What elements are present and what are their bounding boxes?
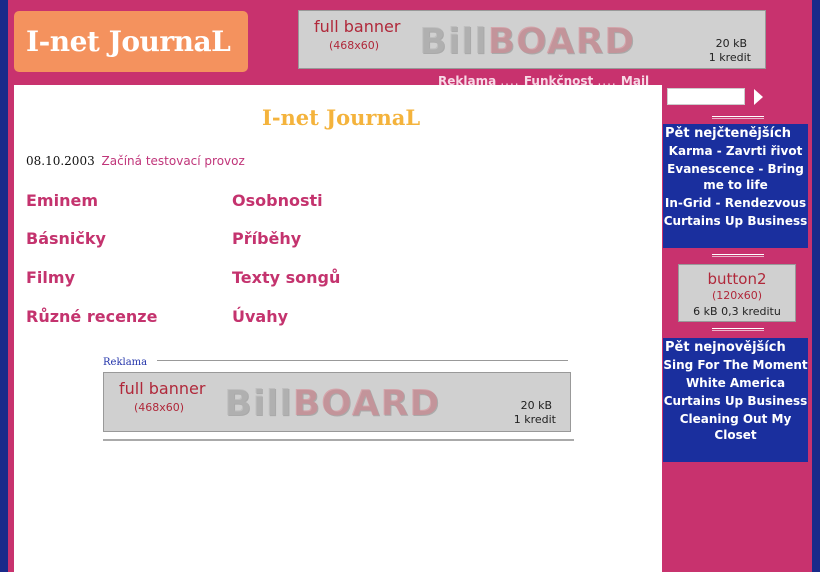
category-pribehy[interactable]: Příběhy — [232, 229, 301, 248]
top-read-item[interactable]: Curtains Up Business — [663, 213, 808, 229]
banner-size: (468x60) — [134, 401, 185, 414]
category-texty-songu[interactable]: Texty songů — [232, 268, 340, 287]
billboard-logo: BillBOARD — [224, 383, 441, 424]
left-frame-border — [0, 0, 8, 572]
ad-divider — [157, 360, 568, 361]
news-item: 08.10.2003 Začíná testovací provoz — [26, 154, 245, 168]
banner-credit: 1 kredit — [708, 51, 751, 64]
top-read-box: Pět nejčtenějších Karma - Zavrti řivot E… — [663, 124, 808, 248]
newest-box: Pět nejnovějších Sing For The Moment Whi… — [663, 338, 808, 462]
page-title: I-net JournaL — [262, 105, 421, 130]
ad-label: Reklama — [103, 357, 148, 368]
right-frame-border — [812, 0, 820, 572]
banner-title: full banner — [314, 17, 401, 36]
newest-heading: Pět nejnovějších — [665, 340, 786, 355]
sidebar-separator — [712, 254, 764, 257]
top-read-item[interactable]: In-Grid - Rendezvous — [663, 195, 808, 211]
top-billboard-banner[interactable]: full banner (468x60) BillBOARD 20 kB 1 k… — [298, 10, 766, 69]
sidebar-separator — [712, 328, 764, 331]
banner-title: full banner — [119, 379, 206, 398]
banner-file-size: 20 kB — [520, 399, 552, 412]
top-read-heading: Pět nejčtenějších — [665, 126, 792, 141]
category-osobnosti[interactable]: Osobnosti — [232, 191, 323, 210]
category-ruzne-recenze[interactable]: Různé recenze — [26, 307, 157, 326]
button2-banner[interactable]: button2 (120x60) 6 kB 0,3 kreditu — [678, 264, 796, 322]
newest-item[interactable]: White America — [663, 375, 808, 391]
newest-item[interactable]: Curtains Up Business — [663, 393, 808, 409]
category-uvahy[interactable]: Úvahy — [232, 307, 288, 326]
button2-title: button2 — [707, 270, 767, 288]
category-basnicky[interactable]: Básničky — [26, 229, 106, 248]
billboard-logo: BillBOARD — [419, 21, 636, 62]
news-headline-link[interactable]: Začíná testovací provoz — [102, 154, 245, 168]
banner-credit: 1 kredit — [513, 413, 556, 426]
category-filmy[interactable]: Filmy — [26, 268, 75, 287]
banner-file-size: 20 kB — [715, 37, 747, 50]
category-eminem[interactable]: Eminem — [26, 191, 98, 210]
button2-size: (120x60) — [711, 289, 763, 302]
sidebar-separator — [712, 116, 764, 119]
site-logo[interactable]: I-net JournaL — [14, 11, 248, 72]
newest-item[interactable]: Sing For The Moment — [663, 357, 808, 373]
button2-info: 6 kB 0,3 kreditu — [693, 305, 781, 318]
top-read-item[interactable]: Evanescence - Bring me to life — [663, 161, 808, 193]
newest-item[interactable]: Cleaning Out My Closet — [663, 411, 808, 443]
news-date: 08.10.2003 — [26, 154, 95, 168]
ad-divider — [103, 439, 574, 441]
top-read-item[interactable]: Karma - Zavrti řivot — [663, 143, 808, 159]
logo-text: I-net JournaL — [26, 25, 231, 58]
search-input[interactable] — [667, 88, 745, 105]
banner-size: (468x60) — [329, 39, 380, 52]
main-billboard-banner[interactable]: full banner (468x60) BillBOARD 20 kB 1 k… — [103, 372, 571, 432]
search-go-arrow-icon[interactable] — [754, 89, 763, 105]
main-content: I-net JournaL 08.10.2003 Začíná testovac… — [14, 85, 662, 572]
